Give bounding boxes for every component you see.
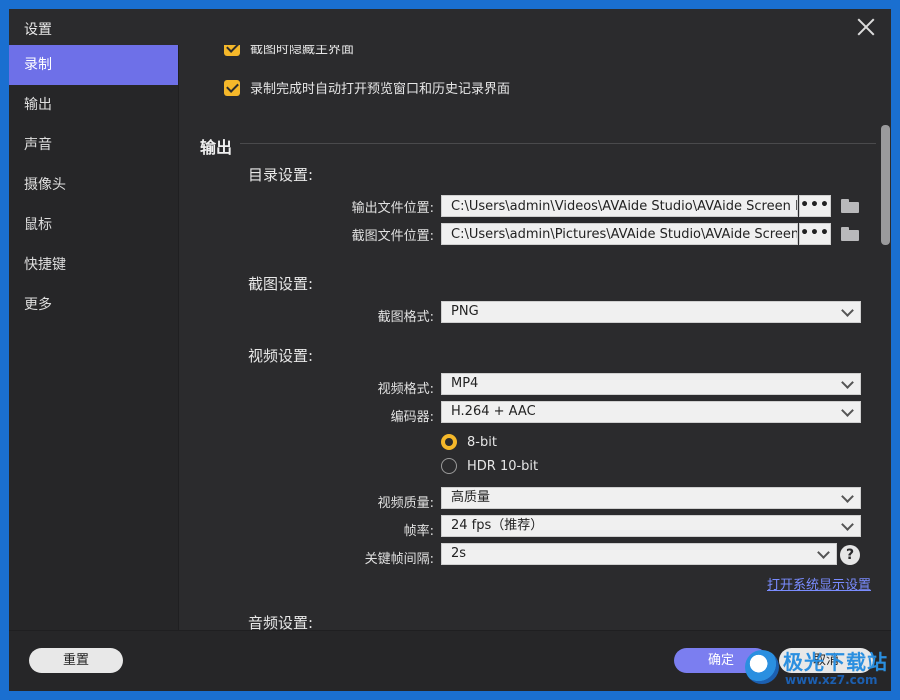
video-format-value: MP4	[451, 376, 479, 391]
screenshot-settings-title: 截图设置:	[248, 275, 314, 293]
frame-rate-label: 帧率:	[403, 524, 434, 539]
scrollbar[interactable]	[881, 125, 890, 245]
chevron-down-icon	[841, 304, 854, 317]
radio-8bit[interactable]	[441, 434, 457, 450]
hide-on-screenshot-option[interactable]: 截图时隐藏主界面	[224, 45, 354, 57]
screenshot-location-input[interactable]: C:\Users\admin\Pictures\AVAide Studio\AV…	[441, 223, 798, 245]
screenshot-folder-icon[interactable]	[841, 227, 859, 241]
watermark-logo-icon	[745, 650, 779, 684]
auto-open-preview-option[interactable]: 录制完成时自动打开预览窗口和历史记录界面	[224, 78, 510, 97]
sidebar-item-camera[interactable]: 摄像头	[9, 165, 178, 205]
video-settings-title: 视频设置:	[248, 347, 314, 365]
encoder-value: H.264 + AAC	[451, 404, 536, 419]
auto-open-preview-label: 录制完成时自动打开预览窗口和历史记录界面	[250, 82, 511, 97]
keyframe-interval-value: 2s	[451, 546, 467, 561]
chevron-down-icon	[841, 376, 854, 389]
video-quality-value: 高质量	[451, 490, 491, 505]
video-format-select[interactable]: MP4	[441, 373, 861, 395]
bit-depth-8bit-label: 8-bit	[467, 434, 497, 450]
bit-depth-option-hdr[interactable]: HDR 10-bit	[441, 458, 538, 474]
watermark-text: 极光下载站	[783, 650, 888, 674]
directory-settings-title: 目录设置:	[248, 166, 314, 184]
video-format-label: 视频格式:	[377, 382, 434, 397]
bit-depth-hdr-label: HDR 10-bit	[467, 458, 539, 474]
settings-window: 设置 录制 输出 声音 摄像头 鼠标 快捷键 更多 截图时隐藏主界面 录制完成时…	[9, 9, 891, 691]
screenshot-location-label: 截图文件位置:	[351, 229, 434, 244]
encoder-label: 编码器:	[390, 410, 434, 425]
bit-depth-option-8bit[interactable]: 8-bit	[441, 434, 497, 450]
close-icon[interactable]	[855, 16, 877, 38]
output-folder-icon[interactable]	[841, 199, 859, 213]
site-watermark: 极光下载站 www.xz7.com	[745, 644, 895, 692]
sidebar-item-mouse[interactable]: 鼠标	[9, 205, 178, 245]
frame-rate-value: 24 fps（推荐）	[451, 518, 544, 533]
sidebar-item-output[interactable]: 输出	[9, 85, 178, 125]
frame-rate-select[interactable]: 24 fps（推荐）	[441, 515, 861, 537]
section-divider	[240, 143, 876, 144]
checkbox-hide-on-screenshot[interactable]	[224, 45, 240, 56]
watermark-url: www.xz7.com	[785, 673, 878, 687]
screenshot-format-select[interactable]: PNG	[441, 301, 861, 323]
title-bar: 设置	[9, 9, 891, 45]
sidebar: 录制 输出 声音 摄像头 鼠标 快捷键 更多	[9, 45, 179, 630]
sidebar-item-sound[interactable]: 声音	[9, 125, 178, 165]
chevron-down-icon	[841, 518, 854, 531]
reset-button[interactable]: 重置	[29, 648, 123, 673]
output-section-title: 输出	[200, 138, 233, 157]
chevron-down-icon	[817, 546, 830, 559]
help-icon[interactable]: ?	[840, 545, 860, 565]
hide-on-screenshot-label: 截图时隐藏主界面	[250, 45, 355, 57]
settings-content: 截图时隐藏主界面 录制完成时自动打开预览窗口和历史记录界面 输出 目录设置: 输…	[180, 45, 891, 630]
screenshot-browse-button[interactable]: •••	[799, 223, 831, 245]
output-location-input[interactable]: C:\Users\admin\Videos\AVAide Studio\AVAi…	[441, 195, 798, 217]
window-title: 设置	[24, 22, 52, 38]
video-quality-select[interactable]: 高质量	[441, 487, 861, 509]
keyframe-interval-select[interactable]: 2s	[441, 543, 837, 565]
screenshot-format-label: 截图格式:	[377, 310, 434, 325]
video-quality-label: 视频质量:	[377, 496, 434, 511]
chevron-down-icon	[841, 404, 854, 417]
screenshot-format-value: PNG	[451, 304, 479, 319]
encoder-select[interactable]: H.264 + AAC	[441, 401, 861, 423]
radio-hdr-10bit[interactable]	[441, 458, 457, 474]
chevron-down-icon	[841, 490, 854, 503]
sidebar-item-more[interactable]: 更多	[9, 285, 178, 325]
audio-settings-title: 音频设置:	[248, 614, 314, 630]
output-location-label: 输出文件位置:	[351, 201, 434, 216]
sidebar-item-record[interactable]: 录制	[9, 45, 178, 85]
checkbox-auto-open-preview[interactable]	[224, 79, 240, 96]
keyframe-interval-label: 关键帧间隔:	[364, 552, 434, 567]
output-browse-button[interactable]: •••	[799, 195, 831, 217]
display-settings-link[interactable]: 打开系统显示设置	[767, 574, 871, 593]
sidebar-item-hotkeys[interactable]: 快捷键	[9, 245, 178, 285]
